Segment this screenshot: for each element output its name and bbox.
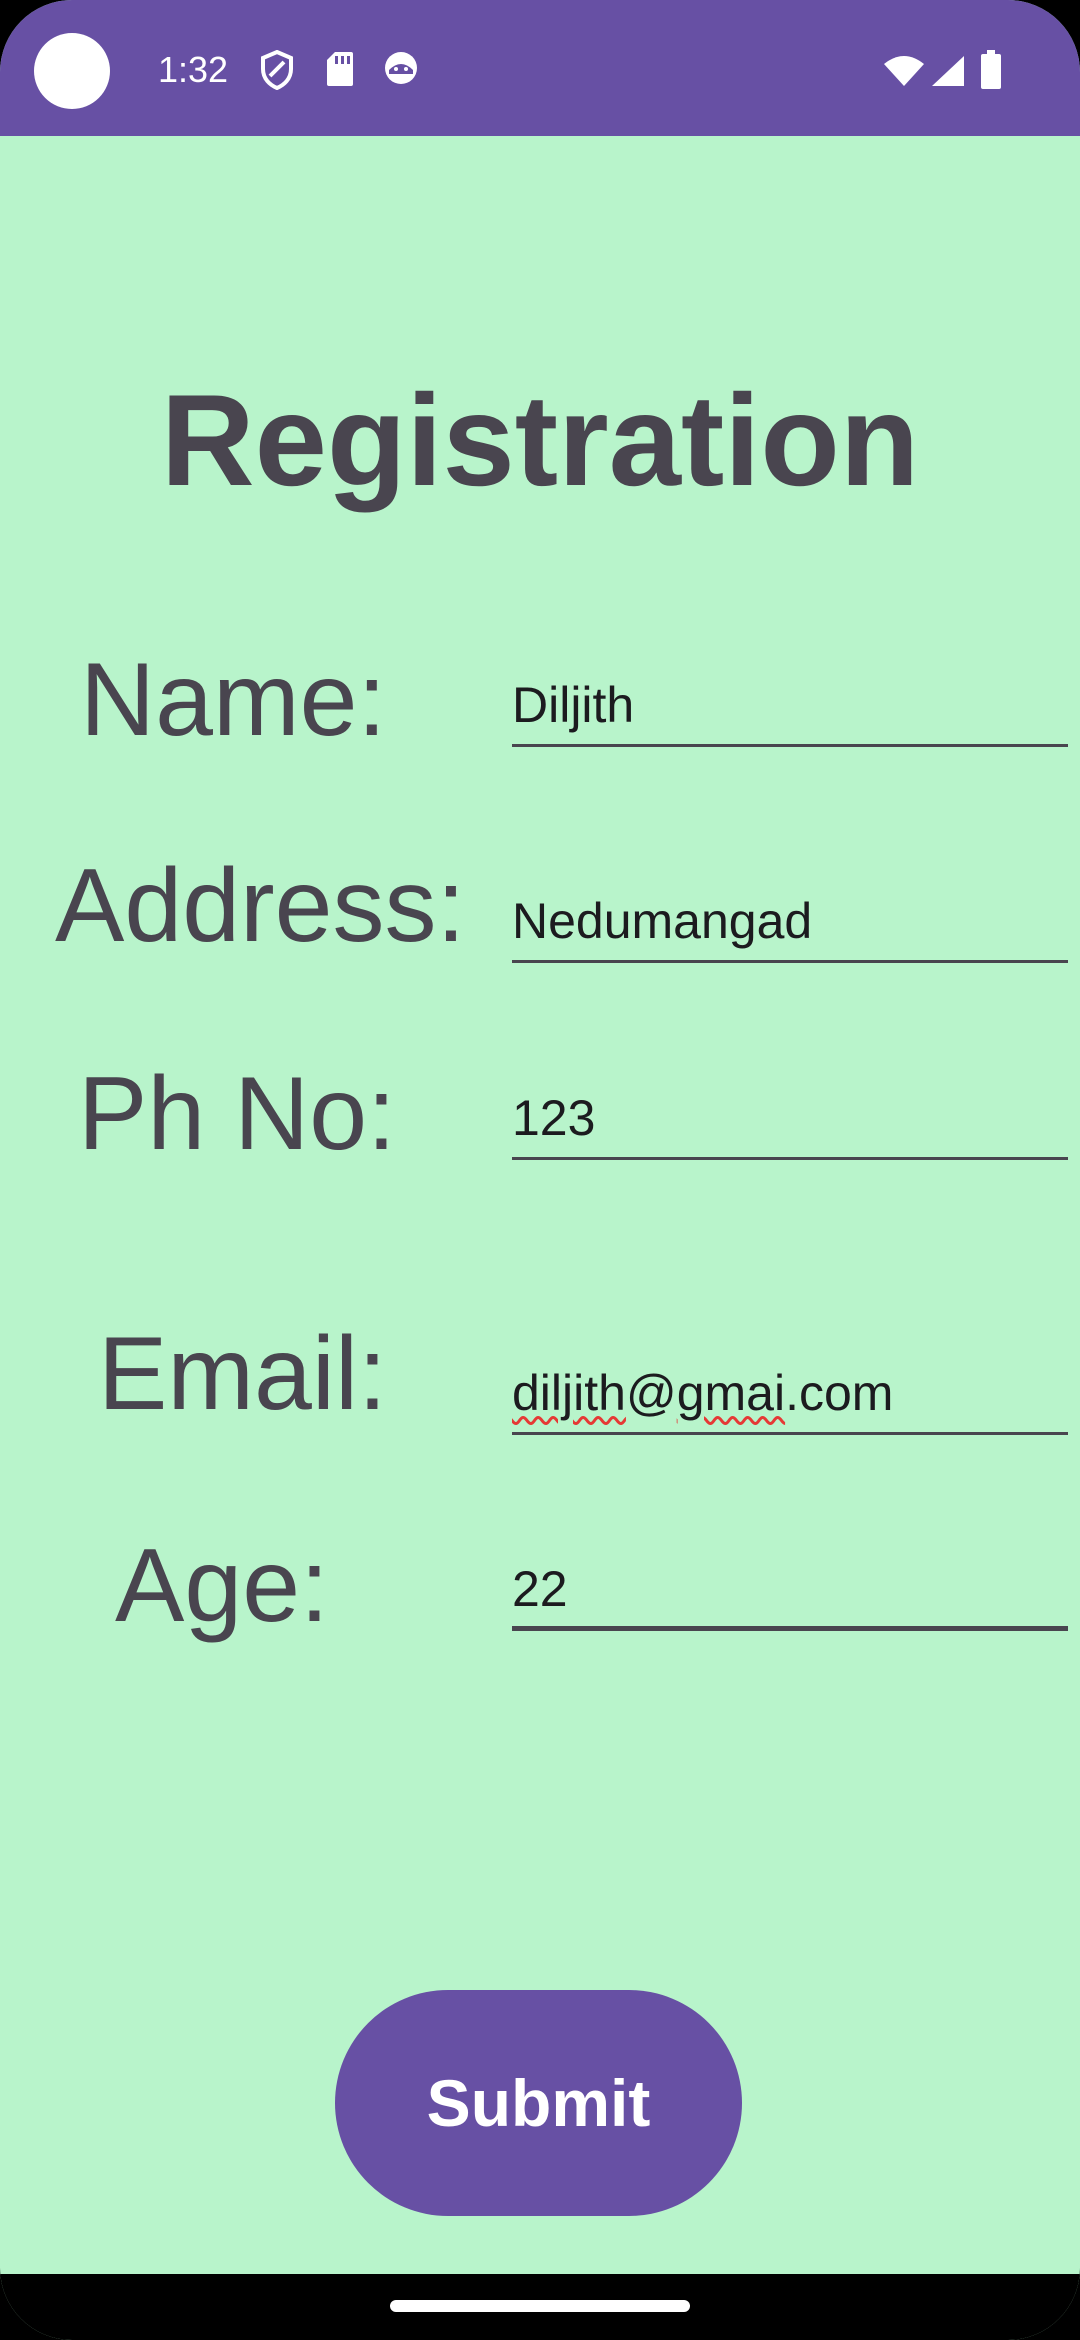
phone-label: Ph No:	[78, 1056, 396, 1172]
email-label: Email:	[98, 1316, 387, 1432]
battery-icon	[980, 50, 1002, 95]
submit-button[interactable]: Submit	[335, 1990, 742, 2216]
email-value-part-at: @	[625, 1365, 677, 1421]
email-field[interactable]: diljith@gmai.com	[512, 1360, 1068, 1435]
home-gesture-handle[interactable]	[390, 2300, 690, 2312]
address-field-value: Nedumangad	[512, 893, 813, 949]
signal-icon	[930, 54, 966, 93]
email-value-part-tld: .com	[785, 1365, 894, 1421]
name-label: Name:	[80, 642, 387, 758]
android-face-icon	[383, 50, 419, 91]
status-bar: 1:32	[0, 0, 1080, 136]
age-field[interactable]: 22	[512, 1554, 1068, 1631]
sd-card-icon	[325, 50, 355, 93]
camera-cutout	[34, 33, 110, 109]
phone-field-value: 123	[512, 1090, 596, 1146]
page-title: Registration	[160, 367, 920, 513]
status-time: 1:32	[158, 49, 229, 90]
app-screen: 1:32 Registration Name: Diljith Address:…	[0, 0, 1080, 2340]
age-label: Age:	[115, 1528, 329, 1644]
email-value-part-user: diljith	[512, 1365, 626, 1421]
address-label: Address:	[55, 848, 466, 964]
address-field[interactable]: Nedumangad	[512, 888, 1068, 963]
email-value-part-domain: gmai	[676, 1365, 786, 1421]
phone-field[interactable]: 123	[512, 1085, 1068, 1160]
email-field-value: diljith@gmai.com	[512, 1364, 893, 1422]
name-field[interactable]: Diljith	[512, 672, 1068, 747]
wifi-icon	[882, 54, 926, 93]
age-field-value: 22	[512, 1561, 568, 1617]
name-field-value: Diljith	[512, 677, 635, 733]
shield-icon	[260, 49, 294, 95]
